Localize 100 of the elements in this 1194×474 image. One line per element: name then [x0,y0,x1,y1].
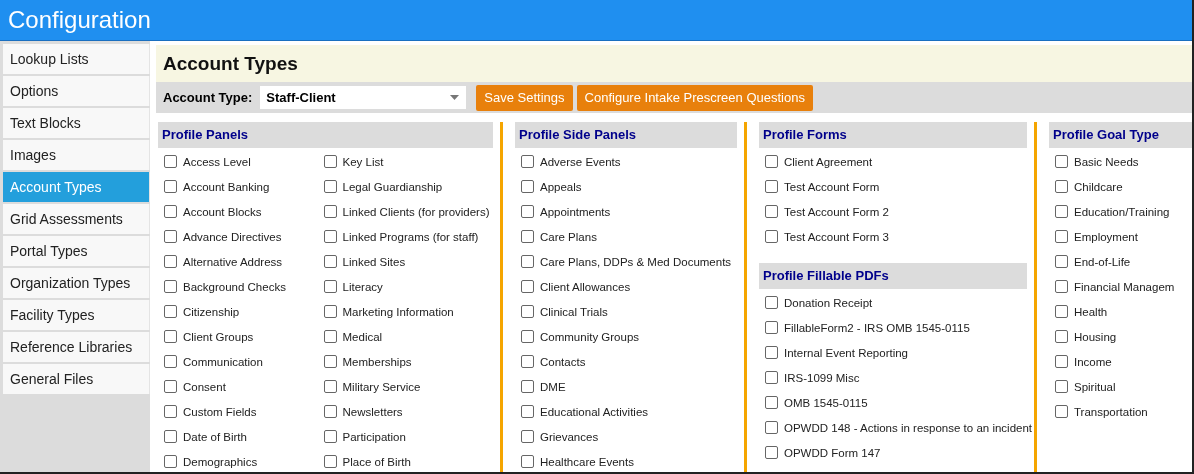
checkbox[interactable] [323,280,337,293]
checkbox[interactable] [521,355,534,368]
checkbox[interactable] [323,355,337,368]
checkbox-label: Linked Clients (for providers) [342,205,490,218]
checkbox-label: Account Banking [183,180,270,193]
sidebar-item[interactable]: Lookup Lists [3,44,150,74]
checkbox-label: Client Allowances [540,280,631,293]
checkbox[interactable] [521,430,534,443]
checkbox[interactable] [164,205,177,218]
checkbox[interactable] [765,155,778,168]
checkbox[interactable] [323,230,337,243]
checkbox[interactable] [164,305,177,318]
checkbox[interactable] [164,230,177,243]
checkbox[interactable] [323,455,337,468]
checkbox[interactable] [164,430,177,443]
section-header: Profile Side Panels [515,122,737,148]
checkbox[interactable] [323,155,337,168]
account-type-dropdown[interactable]: Staff-Client [260,86,467,109]
checkbox[interactable] [765,396,778,409]
checkbox-label: Grievances [540,430,599,443]
account-type-label: Account Type: [163,90,253,105]
checkbox-label: Consent [183,380,226,393]
checkbox[interactable] [323,405,337,418]
checkbox-label: Marketing Information [342,305,454,318]
checkbox[interactable] [1055,380,1068,393]
checkbox[interactable] [765,296,778,309]
checkbox[interactable] [164,180,177,193]
checkbox[interactable] [1055,280,1068,293]
checkbox[interactable] [1055,255,1068,268]
checkbox[interactable] [164,155,177,168]
checkbox-label: Place of Birth [342,455,411,468]
sidebar-item[interactable]: Grid Assessments [3,204,150,234]
checkbox[interactable] [323,330,337,343]
checkbox[interactable] [164,280,177,293]
sidebar-item[interactable]: Facility Types [3,300,150,330]
checkbox[interactable] [765,346,778,359]
checkbox[interactable] [765,230,778,243]
sidebar-item[interactable]: Portal Types [3,236,150,266]
checkbox[interactable] [1055,330,1068,343]
checkbox[interactable] [323,305,337,318]
checkbox-label: Test Account Form 2 [784,205,889,218]
checkbox[interactable] [765,371,778,384]
sidebar-item[interactable]: Options [3,76,150,106]
checkbox[interactable] [1055,180,1068,193]
checkbox[interactable] [521,330,534,343]
checkbox[interactable] [164,455,177,468]
checkbox[interactable] [765,321,778,334]
checkbox[interactable] [765,421,778,434]
checkbox[interactable] [164,405,177,418]
checkbox-label: Military Service [342,380,421,393]
checkbox[interactable] [521,455,534,468]
checkbox[interactable] [521,155,534,168]
checkbox[interactable] [1055,405,1068,418]
checkbox-label: Test Account Form 3 [784,230,889,243]
sidebar-item[interactable]: Text Blocks [3,108,150,138]
checkbox-label: Alternative Address [183,255,283,268]
checkbox[interactable] [521,205,534,218]
checkbox[interactable] [1055,155,1068,168]
checkbox[interactable] [765,180,778,193]
section-header: Profile Panels [158,122,493,148]
sidebar-item[interactable]: Images [3,140,150,170]
checkbox-label: Demographics [183,455,258,468]
checkbox[interactable] [765,205,778,218]
checkbox-label: Transportation [1074,405,1148,418]
checkbox[interactable] [1055,230,1068,243]
section-header: Profile Forms [759,122,1027,148]
checkbox-label: Linked Programs (for staff) [342,230,479,243]
sidebar-item[interactable]: Reference Libraries [3,332,150,362]
checkbox[interactable] [521,230,534,243]
checkbox[interactable] [1055,305,1068,318]
checkbox-label: Education/Training [1074,205,1170,218]
checkbox-label: Client Agreement [784,155,873,168]
sidebar-item[interactable]: General Files [3,364,150,394]
checkbox[interactable] [521,305,534,318]
checkbox[interactable] [1055,205,1068,218]
sidebar-item[interactable]: Organization Types [3,268,150,298]
checkbox[interactable] [323,180,337,193]
checkbox-label: DME [540,380,566,393]
checkbox[interactable] [164,330,177,343]
checkbox-label: Account Blocks [183,205,262,218]
checkbox[interactable] [323,255,337,268]
checkbox[interactable] [164,355,177,368]
checkbox-label: Background Checks [183,280,286,293]
checkbox[interactable] [323,430,337,443]
checkbox-label: Custom Fields [183,405,257,418]
checkbox[interactable] [323,205,337,218]
section-header: Profile Fillable PDFs [759,263,1027,289]
checkbox[interactable] [521,405,534,418]
checkbox-label: Care Plans, DDPs & Med Documents [540,255,732,268]
checkbox[interactable] [164,255,177,268]
checkbox[interactable] [1055,355,1068,368]
checkbox[interactable] [164,380,177,393]
checkbox-label: Donation Receipt [784,296,873,309]
checkbox[interactable] [765,446,778,459]
checkbox[interactable] [521,255,534,268]
checkbox-label: Internal Event Reporting [784,346,909,359]
checkbox[interactable] [323,380,337,393]
checkbox[interactable] [521,280,534,293]
checkbox[interactable] [521,180,534,193]
checkbox[interactable] [521,380,534,393]
